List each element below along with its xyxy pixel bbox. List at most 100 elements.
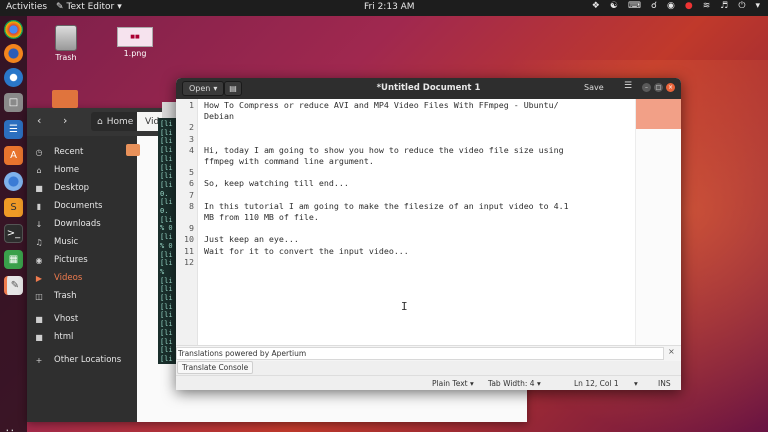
- editor-line[interactable]: ffmpeg with command line argument.: [176, 156, 636, 167]
- keyboard-icon[interactable]: ⌨: [628, 1, 641, 11]
- home-icon: ⌂: [97, 116, 103, 127]
- sidebar-item-trash[interactable]: ◫ Trash: [27, 288, 137, 304]
- accessibility-icon[interactable]: ☯: [610, 1, 618, 11]
- close-icon[interactable]: ×: [668, 347, 675, 356]
- editor-line[interactable]: 5: [176, 167, 636, 178]
- minimap[interactable]: [635, 99, 681, 345]
- editor-line[interactable]: Debian: [176, 111, 636, 122]
- back-button[interactable]: ‹: [37, 114, 41, 127]
- desktop-trash-label: Trash: [55, 53, 77, 62]
- desktop-png-file[interactable]: ■■ 1.png: [114, 27, 156, 58]
- translation-bar: Translations powered by Apertium ×: [176, 345, 681, 361]
- sidebar-item-recent[interactable]: ◷ Recent: [27, 144, 137, 160]
- chromium-icon[interactable]: [4, 172, 23, 191]
- thunderbird-icon[interactable]: [4, 68, 23, 87]
- terminal-line: [li: [160, 172, 173, 181]
- sublime-icon[interactable]: S: [4, 198, 23, 217]
- folder-icon: ■: [35, 183, 43, 193]
- save-button[interactable]: Save: [584, 83, 604, 92]
- wifi-icon[interactable]: ≋: [703, 1, 711, 11]
- sidebar-item-vhost[interactable]: ■ Vhost: [27, 311, 137, 327]
- line-number: 8: [189, 200, 194, 211]
- editor-headerbar: Open ▾ ▤ *Untitled Document 1 Save ☰ – □…: [176, 78, 681, 99]
- folder-icon[interactable]: [52, 90, 78, 108]
- folder-icon[interactable]: [126, 144, 140, 156]
- editor-line[interactable]: 4 Hi, today I am going to show you how to…: [176, 145, 636, 156]
- writer-icon[interactable]: ☰: [4, 120, 23, 139]
- editor-line[interactable]: MB from 110 MB of file.: [176, 212, 636, 223]
- sidebar-item-videos[interactable]: ▶ Videos: [27, 270, 137, 286]
- minimize-icon[interactable]: –: [642, 83, 651, 92]
- app-menu[interactable]: ✎ Text Editor ▾: [56, 2, 122, 12]
- record-icon[interactable]: ●: [685, 1, 693, 11]
- editor-line[interactable]: 8 In this tutorial I am going to make the…: [176, 201, 636, 212]
- line-text: MB from 110 MB of file.: [204, 212, 319, 222]
- line-number: 5: [189, 167, 194, 178]
- sidebar-item-documents[interactable]: ▮ Documents: [27, 198, 137, 214]
- show-applications-icon[interactable]: ∷: [6, 426, 14, 432]
- desktop-png-label: 1.png: [123, 49, 147, 58]
- terminal-line: 0.: [160, 207, 169, 215]
- sidebar-item-home[interactable]: ⌂ Home: [27, 162, 137, 178]
- text-editor-icon[interactable]: ✎: [4, 276, 23, 295]
- terminal-line: [li: [160, 320, 173, 329]
- line-number: 3: [189, 133, 194, 144]
- line-text: Just keep an eye...: [204, 234, 299, 245]
- terminal-line: [li: [160, 259, 173, 268]
- maximize-icon[interactable]: □: [654, 83, 663, 92]
- editor-line[interactable]: 11 Wait for it to convert the input video…: [176, 246, 636, 257]
- clock[interactable]: Fri 2:13 AM: [364, 2, 415, 12]
- plus-icon: +: [35, 355, 43, 365]
- editor-line[interactable]: 2: [176, 122, 636, 133]
- editor-line[interactable]: 10 Just keep an eye...: [176, 234, 636, 245]
- activities-button[interactable]: Activities: [6, 2, 47, 12]
- notification-icon[interactable]: ☌: [651, 1, 657, 11]
- calc-icon[interactable]: ▦: [4, 250, 23, 269]
- terminal-icon[interactable]: >_: [4, 224, 23, 243]
- sidebar-item-pictures[interactable]: ◉ Pictures: [27, 252, 137, 268]
- sidebar-item-other-locations[interactable]: + Other Locations: [27, 352, 137, 368]
- chrome-icon[interactable]: [4, 20, 23, 39]
- editor-line[interactable]: 1 How To Compress or reduce AVI and MP4 V…: [176, 100, 636, 111]
- system-tray[interactable]: ❖ ☯ ⌨ ☌ ◉ ● ≋ ♬ ⏻ ▾: [592, 1, 760, 11]
- terminal-line: [li: [160, 154, 173, 163]
- desktop-trash[interactable]: Trash: [48, 25, 84, 62]
- camera-icon: ◉: [35, 255, 43, 265]
- editor-line[interactable]: 3: [176, 134, 636, 145]
- chrome-icon[interactable]: ◉: [667, 1, 675, 11]
- close-icon[interactable]: ×: [666, 83, 675, 92]
- tab-width-selector[interactable]: Tab Width: 4 ▾: [488, 379, 541, 388]
- software-icon[interactable]: A: [4, 146, 23, 165]
- cursor-position-selector[interactable]: Ln 12, Col 1: [574, 379, 619, 388]
- chevron-down-icon[interactable]: ▾: [755, 1, 760, 11]
- files-sidebar: ◷ Recent ⌂ Home ■ Desktop ▮ Documents ↓ Downl…: [27, 136, 137, 422]
- hamburger-menu-icon[interactable]: ☰: [620, 81, 636, 96]
- chevron-down-icon[interactable]: ▾: [634, 379, 638, 388]
- translate-button-row: Translate Console: [176, 361, 681, 375]
- editor-line[interactable]: 12: [176, 257, 636, 268]
- forward-button[interactable]: ›: [63, 114, 67, 127]
- path-home-button[interactable]: ⌂ Home: [91, 112, 142, 131]
- sidebar-item-desktop[interactable]: ■ Desktop: [27, 180, 137, 196]
- sidebar-item-music[interactable]: ♫ Music: [27, 234, 137, 250]
- translate-console-button[interactable]: Translate Console: [177, 361, 254, 374]
- files-icon[interactable]: □: [4, 93, 23, 112]
- editor-line[interactable]: 7: [176, 190, 636, 201]
- editor-text-area[interactable]: 1 How To Compress or reduce AVI and MP4 V…: [176, 99, 681, 345]
- text-editor-window: Open ▾ ▤ *Untitled Document 1 Save ☰ – □…: [176, 78, 681, 390]
- chevron-down-icon: ▾: [117, 2, 122, 12]
- editor-line[interactable]: 6 So, keep watching till end...: [176, 178, 636, 189]
- minimap-viewport[interactable]: [636, 99, 681, 129]
- terminal-line: [li: [160, 120, 173, 128]
- power-icon[interactable]: ⏻: [738, 1, 745, 11]
- dock: □ ☰ A S >_ ▦ ✎ ∷: [0, 16, 27, 432]
- sidebar-item-downloads[interactable]: ↓ Downloads: [27, 216, 137, 232]
- terminal-line: [li: [160, 128, 173, 137]
- language-selector[interactable]: Plain Text ▾: [432, 379, 474, 388]
- editor-line[interactable]: 9: [176, 223, 636, 234]
- volume-icon[interactable]: ♬: [720, 1, 728, 11]
- dropbox-icon[interactable]: ❖: [592, 1, 600, 11]
- translation-field[interactable]: Translations powered by Apertium: [176, 347, 664, 360]
- firefox-icon[interactable]: [4, 44, 23, 63]
- sidebar-item-html[interactable]: ■ html: [27, 329, 137, 345]
